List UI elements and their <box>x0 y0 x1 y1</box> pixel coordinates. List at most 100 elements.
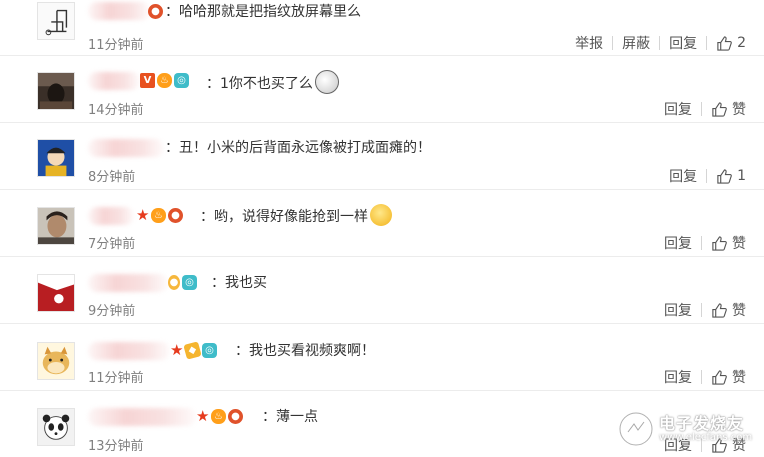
comment-actions: 回复 1 <box>660 166 746 186</box>
blurred-username[interactable] <box>88 139 164 157</box>
user-avatar[interactable] <box>37 2 75 40</box>
user-badges: ★ ♨ ● <box>196 409 243 424</box>
comment-time: 13分钟前 <box>88 439 144 454</box>
blurred-username[interactable] <box>88 2 150 20</box>
comment-text: ：哟，说得好像能抢到一样 <box>200 204 392 228</box>
like-button[interactable]: 赞 <box>702 99 746 119</box>
thumbs-up-icon <box>712 101 727 117</box>
comment-text: ：丑！小米的后背面永远像被打成面瘫的！ <box>165 140 431 156</box>
user-avatar[interactable] <box>37 139 75 177</box>
user-badges: ★ ◆ ◎ <box>170 341 217 360</box>
sketch-avatar-icon <box>38 3 74 39</box>
gold-badge-icon[interactable]: ◆ <box>183 341 202 360</box>
like-button[interactable]: 赞 <box>702 367 746 387</box>
blurred-username[interactable] <box>88 207 134 225</box>
person-photo-avatar-icon <box>38 208 74 244</box>
comment-time: 8分钟前 <box>88 170 136 185</box>
comment-time: 14分钟前 <box>88 103 144 118</box>
blurred-username[interactable] <box>88 342 170 360</box>
user-avatar[interactable] <box>37 342 75 380</box>
comment-text-content: ：哟，说得好像能抢到一样 <box>200 209 368 225</box>
cartoon-avatar-icon <box>38 140 74 176</box>
site-watermark: 电子发烧友 www.elecfans.com <box>617 408 757 452</box>
block-button[interactable]: 屏蔽 <box>613 33 659 53</box>
comment-item: ：丑！小米的后背面永远像被打成面瘫的！ 8分钟前 回复 1 <box>0 122 764 190</box>
comment-text: ：我也买 <box>211 275 267 291</box>
like-label: 赞 <box>732 370 746 386</box>
doge-avatar-icon <box>38 343 74 379</box>
laugh-emoji-icon <box>370 204 392 226</box>
star-badge-icon[interactable]: ★ <box>196 409 209 424</box>
blurred-username[interactable] <box>88 72 140 90</box>
like-button[interactable]: 赞 <box>702 300 746 320</box>
comment-time: 9分钟前 <box>88 304 136 319</box>
comment-text-content: ：1你不也买了么 <box>206 76 313 92</box>
user-avatar[interactable] <box>37 207 75 245</box>
vip-badge-icon[interactable]: V <box>140 73 155 88</box>
camera-badge-icon[interactable]: ◎ <box>202 343 217 358</box>
reply-button[interactable]: 回复 <box>655 300 701 320</box>
comment-actions: 回复 赞 <box>655 233 746 253</box>
thumbs-up-icon <box>712 235 727 251</box>
comment-actions: 回复 赞 <box>655 367 746 387</box>
comment-text: ：我也买看视频爽啊！ <box>235 343 375 359</box>
elecfans-logo-icon <box>618 411 654 447</box>
comment-actions: 回复 赞 <box>655 99 746 119</box>
star-badge-icon[interactable]: ★ <box>136 208 149 223</box>
thumbs-up-icon <box>712 369 727 385</box>
like-count: 1 <box>737 168 746 184</box>
red-photo-avatar-icon <box>38 275 74 311</box>
reply-button[interactable]: 回复 <box>655 233 701 253</box>
fire-badge-icon[interactable]: ♨ <box>151 208 166 223</box>
like-label: 赞 <box>732 236 746 252</box>
like-label: 赞 <box>732 102 746 118</box>
like-button[interactable]: 赞 <box>702 233 746 253</box>
blurred-username[interactable] <box>88 408 196 426</box>
comment-item: ● ：哈哈那就是把指纹放屏幕里么 11分钟前 举报 屏蔽 回复 2 <box>0 0 764 56</box>
red-badge-icon[interactable]: ● <box>148 4 163 19</box>
comment-item: ★ ◆ ◎ ：我也买看视频爽啊！ 11分钟前 回复 赞 <box>0 323 764 391</box>
camera-badge-icon[interactable]: ◎ <box>174 73 189 88</box>
watermark-cn: 电子发烧友 <box>659 414 745 433</box>
star-badge-icon[interactable]: ★ <box>170 343 183 358</box>
like-button[interactable]: 1 <box>707 168 746 185</box>
comment-actions: 回复 赞 <box>655 300 746 320</box>
like-button[interactable]: 2 <box>707 35 746 52</box>
fire-badge-icon[interactable]: ♨ <box>157 73 172 88</box>
user-avatar[interactable] <box>37 72 75 110</box>
dark-photo-avatar-icon <box>38 73 74 109</box>
comment-text: ：1你不也买了么 <box>206 70 339 96</box>
reply-button[interactable]: 回复 <box>655 99 701 119</box>
comment-time: 11分钟前 <box>88 38 144 53</box>
camera-badge-icon[interactable]: ◎ <box>182 275 197 290</box>
panda-avatar-icon <box>38 409 74 445</box>
watermark-en: www.elecfans.com <box>659 432 753 443</box>
report-button[interactable]: 举报 <box>566 33 612 53</box>
red-badge-icon[interactable]: ● <box>228 409 243 424</box>
user-badges: ● ◎ <box>168 275 197 290</box>
comment-actions: 举报 屏蔽 回复 2 <box>566 33 746 53</box>
comment-text: ：哈哈那就是把指纹放屏幕里么 <box>165 4 361 20</box>
comment-time: 11分钟前 <box>88 371 144 386</box>
reply-button[interactable]: 回复 <box>660 33 706 53</box>
reply-button[interactable]: 回复 <box>655 367 701 387</box>
fire-badge-icon[interactable]: ♨ <box>211 409 226 424</box>
user-avatar[interactable] <box>37 408 75 446</box>
red-badge-icon[interactable]: ● <box>168 208 183 223</box>
like-count: 2 <box>737 35 746 51</box>
comment-text: ：薄一点 <box>262 409 318 425</box>
face-emoji-icon <box>314 70 339 94</box>
medal-badge-icon[interactable]: ● <box>168 275 180 290</box>
user-avatar[interactable] <box>37 274 75 312</box>
thumbs-up-icon <box>717 35 732 51</box>
thumbs-up-icon <box>712 302 727 318</box>
comment-time: 7分钟前 <box>88 237 136 252</box>
blurred-username[interactable] <box>88 274 168 292</box>
comment-item: V ♨ ◎ ：1你不也买了么 14分钟前 回复 赞 <box>0 55 764 123</box>
user-badges: ● <box>148 4 163 19</box>
reply-button[interactable]: 回复 <box>660 166 706 186</box>
user-badges: V ♨ ◎ <box>140 73 189 88</box>
user-badges: ★ ♨ ● <box>136 208 183 223</box>
comment-item: ★ ♨ ● ：哟，说得好像能抢到一样 7分钟前 回复 赞 <box>0 189 764 257</box>
comment-item: ● ◎ ：我也买 9分钟前 回复 赞 <box>0 256 764 324</box>
